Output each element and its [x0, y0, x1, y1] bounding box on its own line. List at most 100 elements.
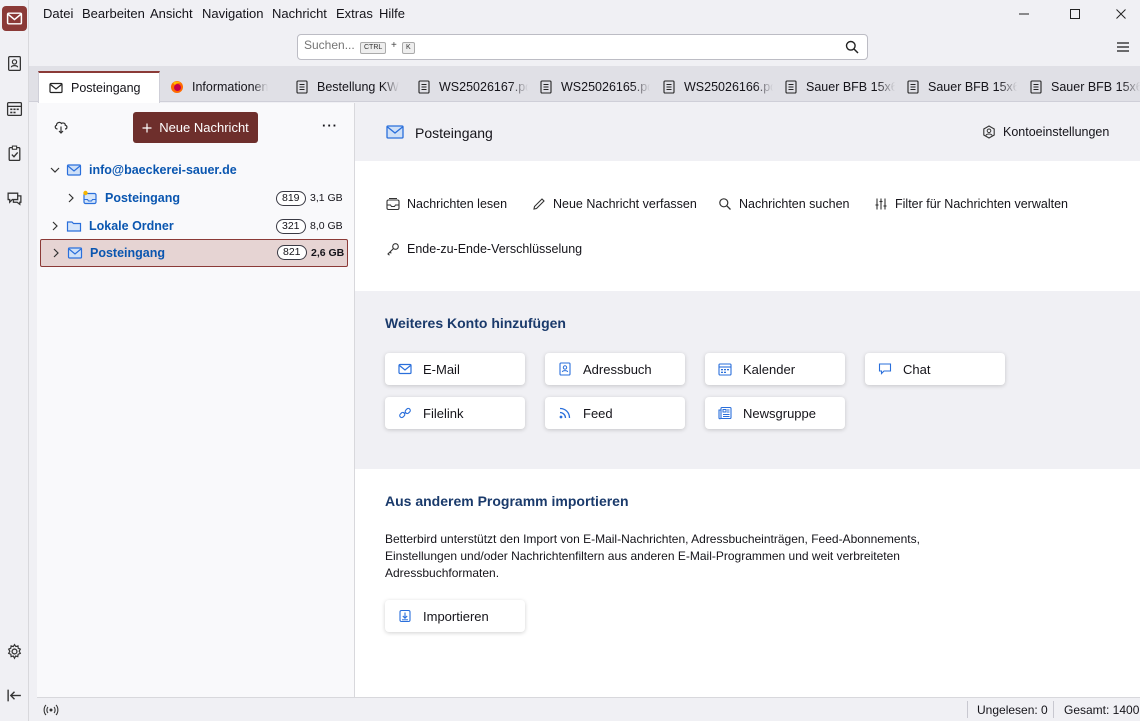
get-messages-icon[interactable] — [53, 119, 69, 135]
import-icon — [399, 609, 411, 623]
search-input[interactable] — [304, 38, 354, 52]
tab-label: Sauer BFB 15x6 — [928, 80, 1017, 94]
status-divider — [967, 701, 968, 718]
maximize-button[interactable] — [1060, 4, 1090, 24]
account-header: Posteingang Kontoeinstellungen — [355, 103, 1140, 161]
action-label: Filter für Nachrichten verwalten — [895, 197, 1068, 211]
add-email-button[interactable]: E-Mail — [385, 353, 525, 385]
tabs-bar: Posteingang Informationen Bestellung KW … — [29, 66, 1140, 103]
tab-ws25026166[interactable]: WS25026166.pdf — [652, 72, 773, 102]
add-filelink-button[interactable]: Filelink — [385, 397, 525, 429]
document-icon — [296, 80, 308, 94]
manage-filters-button[interactable]: Filter für Nachrichten verwalten — [874, 197, 1068, 211]
chat-icon — [7, 192, 22, 206]
tasks-space-button[interactable] — [2, 141, 27, 166]
account-central: Posteingang Kontoeinstellungen Nachricht… — [355, 103, 1140, 697]
tab-sauer-bfb-2[interactable]: Sauer BFB 15x6 — [896, 72, 1017, 102]
chevron-right-icon[interactable] — [51, 248, 61, 258]
mail-icon — [398, 363, 412, 375]
chat-space-button[interactable] — [2, 186, 27, 211]
chevron-right-icon[interactable] — [66, 193, 76, 203]
folder-pane: Neue Nachricht ··· info@baeckerei-sauer.… — [37, 103, 355, 697]
online-status-icon[interactable] — [43, 703, 59, 717]
tab-sauer-bfb-1[interactable]: Sauer BFB 15x6 — [774, 72, 895, 102]
account-row[interactable]: info@baeckerei-sauer.de — [41, 157, 347, 183]
new-message-button[interactable]: Neue Nachricht — [133, 112, 258, 143]
chevron-down-icon[interactable] — [50, 165, 60, 175]
tab-ws25026167[interactable]: WS25026167.pdf — [407, 72, 528, 102]
addressbook-icon — [559, 362, 571, 376]
tab-sauer-bfb-3[interactable]: Sauer BFB 15x6 — [1019, 72, 1140, 102]
close-button[interactable] — [1106, 4, 1136, 24]
compose-message-button[interactable]: Neue Nachricht verfassen — [532, 197, 697, 211]
tab-posteingang[interactable]: Posteingang — [38, 71, 160, 103]
chat-icon — [878, 363, 892, 375]
folder-row-inbox-selected[interactable]: Posteingang 821 2,6 GB — [40, 239, 348, 267]
shortcut-ctrl: CTRL — [360, 42, 387, 54]
menu-extras[interactable]: Extras — [336, 6, 373, 21]
import-button[interactable]: Importieren — [385, 600, 525, 632]
search-box[interactable]: CTRL + K — [297, 34, 868, 60]
folder-label: Posteingang — [105, 191, 181, 205]
read-messages-button[interactable]: Nachrichten lesen — [386, 197, 507, 211]
menu-datei[interactable]: Datei — [43, 6, 73, 21]
add-account-heading: Weiteres Konto hinzufügen — [385, 315, 566, 331]
tab-ws25026165[interactable]: WS25026165.pdf — [529, 72, 650, 102]
card-label: Adressbuch — [583, 361, 652, 377]
action-label: Ende-zu-Ende-Verschlüsselung — [407, 242, 583, 256]
close-icon — [1116, 9, 1126, 19]
minimize-button[interactable] — [1009, 4, 1039, 24]
search-messages-button[interactable]: Nachrichten suchen — [718, 197, 849, 211]
firefox-icon — [171, 81, 183, 93]
settings-space-button[interactable] — [2, 639, 27, 664]
folder-label: Lokale Ordner — [89, 219, 174, 233]
mail-space-button[interactable] — [2, 6, 27, 31]
calendar-space-button[interactable] — [2, 96, 27, 121]
menu-nachricht[interactable]: Nachricht — [272, 6, 327, 21]
gear-icon — [7, 643, 22, 660]
shortcut-plus: + — [391, 40, 397, 51]
plus-icon — [142, 123, 152, 132]
folder-row-inbox-account[interactable]: Posteingang 819 3,1 GB — [41, 185, 347, 211]
key-icon — [387, 243, 399, 256]
maximize-icon — [1070, 9, 1080, 19]
collapse-spaces-button[interactable] — [2, 683, 27, 708]
tab-label: WS25026166.pdf — [684, 80, 773, 94]
search-icon[interactable] — [845, 40, 859, 54]
tab-bestellung[interactable]: Bestellung KW — [285, 72, 406, 102]
addressbook-space-button[interactable] — [2, 51, 27, 76]
card-label: Chat — [903, 361, 931, 377]
add-chat-button[interactable]: Chat — [865, 353, 1005, 385]
folder-size: 8,0 GB — [310, 220, 343, 232]
tab-label: Informationen — [192, 80, 269, 94]
document-icon — [540, 80, 552, 94]
menu-hilfe[interactable]: Hilfe — [379, 6, 405, 21]
collapse-left-icon — [7, 689, 21, 702]
folder-row-local-folders[interactable]: Lokale Ordner 321 8,0 GB — [41, 213, 347, 239]
tab-label: WS25026167.pdf — [439, 80, 528, 94]
add-feed-button[interactable]: Feed — [545, 397, 685, 429]
card-label: Feed — [583, 405, 613, 421]
folder-size: 2,6 GB — [311, 247, 345, 259]
hamburger-menu-icon[interactable] — [1114, 38, 1132, 56]
account-settings-button[interactable]: Kontoeinstellungen — [982, 125, 1109, 139]
action-label: Neue Nachricht verfassen — [553, 197, 697, 211]
calendar-icon — [718, 363, 732, 376]
folder-pane-menu-button[interactable]: ··· — [322, 118, 338, 133]
tab-label: Posteingang — [71, 81, 141, 95]
menu-ansicht[interactable]: Ansicht — [150, 6, 193, 21]
chevron-right-icon[interactable] — [50, 221, 60, 231]
menu-navigation[interactable]: Navigation — [202, 6, 263, 21]
document-icon — [663, 80, 675, 94]
card-label: Newsgruppe — [743, 405, 816, 421]
new-message-label: Neue Nachricht — [159, 120, 249, 135]
menu-bearbeiten[interactable]: Bearbeiten — [82, 6, 145, 21]
add-calendar-button[interactable]: Kalender — [705, 353, 845, 385]
add-addressbook-button[interactable]: Adressbuch — [545, 353, 685, 385]
unread-count-badge: 321 — [276, 218, 306, 234]
tab-informationen[interactable]: Informationen — [160, 72, 284, 102]
e2e-encryption-button[interactable]: Ende-zu-Ende-Verschlüsselung — [386, 242, 582, 256]
inbox-icon — [83, 190, 97, 205]
mail-account-icon — [66, 164, 82, 176]
add-newsgroup-button[interactable]: Newsgruppe — [705, 397, 845, 429]
